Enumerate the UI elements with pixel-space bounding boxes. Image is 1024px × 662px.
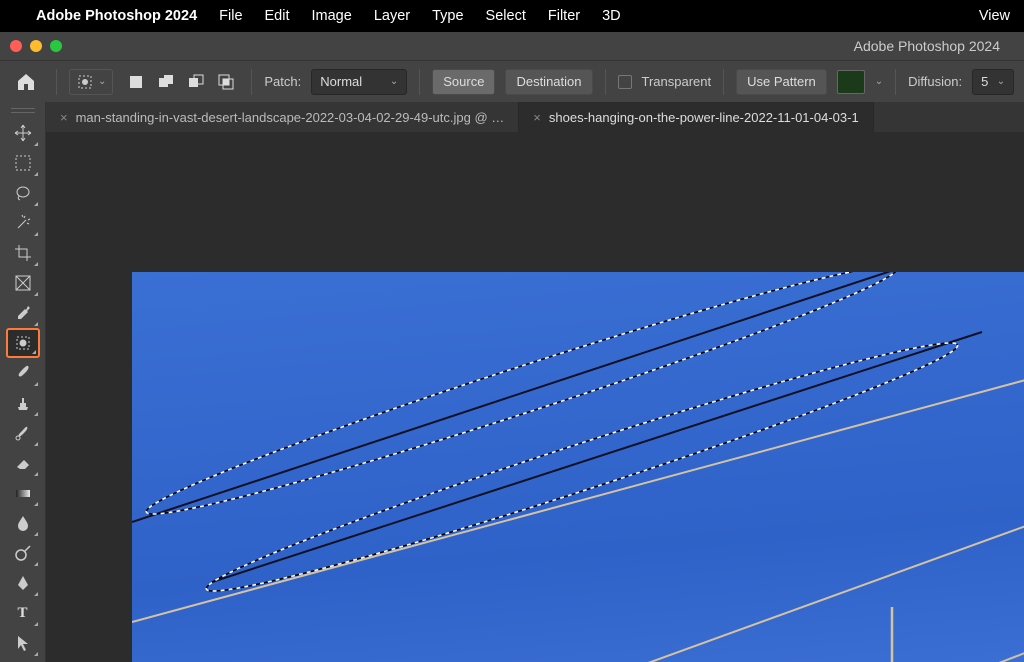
current-tool-preset[interactable]: ⌄ <box>69 69 113 95</box>
canvas-area[interactable] <box>46 132 1024 662</box>
move-tool[interactable] <box>6 118 40 148</box>
dodge-tool[interactable] <box>6 538 40 568</box>
transparent-label: Transparent <box>642 74 712 89</box>
document-tab[interactable]: × man-standing-in-vast-desert-landscape-… <box>46 102 519 132</box>
use-pattern-button[interactable]: Use Pattern <box>736 69 827 95</box>
menu-image[interactable]: Image <box>312 8 352 24</box>
destination-button[interactable]: Destination <box>505 69 592 95</box>
app-name[interactable]: Adobe Photoshop 2024 <box>36 8 197 24</box>
close-tab-icon[interactable]: × <box>60 110 68 125</box>
window-title: Adobe Photoshop 2024 <box>62 38 1014 54</box>
chevron-down-icon: ⌄ <box>997 76 1005 87</box>
eraser-tool[interactable] <box>6 448 40 478</box>
window-controls <box>10 40 62 52</box>
magic-wand-tool[interactable] <box>6 208 40 238</box>
home-button[interactable] <box>8 67 44 97</box>
close-window-icon[interactable] <box>10 40 22 52</box>
blur-tool[interactable] <box>6 508 40 538</box>
document-tab-label: man-standing-in-vast-desert-landscape-20… <box>76 110 505 125</box>
gradient-tool[interactable] <box>6 478 40 508</box>
menu-select[interactable]: Select <box>486 8 526 24</box>
work-area: × man-standing-in-vast-desert-landscape-… <box>46 102 1024 662</box>
mac-menubar: Adobe Photoshop 2024 File Edit Image Lay… <box>0 0 1024 32</box>
menu-layer[interactable]: Layer <box>374 8 410 24</box>
selection-mode-group <box>123 69 239 95</box>
frame-tool[interactable] <box>6 268 40 298</box>
tools-panel: T <box>0 102 46 662</box>
document-canvas[interactable] <box>132 272 1024 662</box>
diffusion-value: 5 <box>981 74 988 89</box>
chevron-down-icon: ⌄ <box>390 76 398 87</box>
document-tab-label: shoes-hanging-on-the-power-line-2022-11-… <box>549 110 859 125</box>
add-selection-icon[interactable] <box>153 69 179 95</box>
close-tab-icon[interactable]: × <box>533 110 541 125</box>
patch-mode-select[interactable]: Normal ⌄ <box>311 69 407 95</box>
menu-edit[interactable]: Edit <box>265 8 290 24</box>
pen-tool[interactable] <box>6 568 40 598</box>
history-brush-tool[interactable] <box>6 418 40 448</box>
pattern-swatch[interactable] <box>837 70 865 94</box>
lasso-tool[interactable] <box>6 178 40 208</box>
menu-type[interactable]: Type <box>432 8 463 24</box>
window-titlebar: Adobe Photoshop 2024 <box>0 32 1024 60</box>
source-button[interactable]: Source <box>432 69 495 95</box>
chevron-down-icon[interactable]: ⌄ <box>875 76 883 87</box>
options-bar: ⌄ Patch: Normal ⌄ Source Destination Tra… <box>0 60 1024 102</box>
chevron-down-icon: ⌄ <box>98 76 106 87</box>
clone-stamp-tool[interactable] <box>6 388 40 418</box>
menu-view[interactable]: View <box>979 8 1010 24</box>
menu-file[interactable]: File <box>219 8 242 24</box>
canvas-content <box>132 272 1024 662</box>
crop-tool[interactable] <box>6 238 40 268</box>
patch-mode-value: Normal <box>320 74 362 89</box>
transparent-checkbox[interactable] <box>618 75 632 89</box>
diffusion-label: Diffusion: <box>908 74 962 89</box>
brush-tool[interactable] <box>6 358 40 388</box>
type-tool[interactable]: T <box>6 598 40 628</box>
patch-label: Patch: <box>264 74 301 89</box>
minimize-window-icon[interactable] <box>30 40 42 52</box>
zoom-window-icon[interactable] <box>50 40 62 52</box>
subtract-selection-icon[interactable] <box>183 69 209 95</box>
patch-tool[interactable] <box>6 328 40 358</box>
path-selection-tool[interactable] <box>6 628 40 658</box>
panel-grip-icon[interactable] <box>8 106 38 114</box>
eyedropper-tool[interactable] <box>6 298 40 328</box>
document-tabs: × man-standing-in-vast-desert-landscape-… <box>46 102 1024 132</box>
diffusion-select[interactable]: 5 ⌄ <box>972 69 1014 95</box>
menu-filter[interactable]: Filter <box>548 8 580 24</box>
marquee-tool[interactable] <box>6 148 40 178</box>
menu-3d[interactable]: 3D <box>602 8 621 24</box>
intersect-selection-icon[interactable] <box>213 69 239 95</box>
new-selection-icon[interactable] <box>123 69 149 95</box>
document-tab[interactable]: × shoes-hanging-on-the-power-line-2022-1… <box>519 102 873 132</box>
